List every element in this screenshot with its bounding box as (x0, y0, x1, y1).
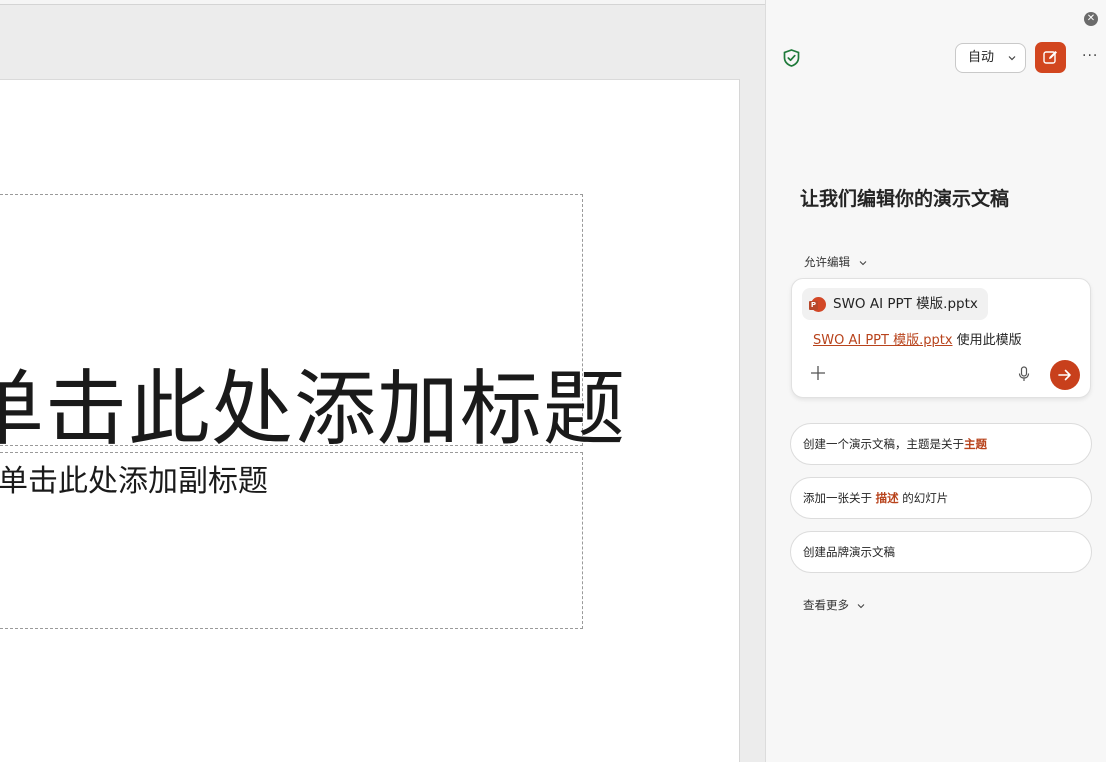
send-button[interactable] (1050, 360, 1080, 390)
prompt-input-card[interactable]: SWO AI PPT 模版.pptx SWO AI PPT 模版.pptx 使用… (791, 278, 1091, 398)
suggestion-add-slide[interactable]: 添加一张关于 描述 的幻灯片 (790, 477, 1092, 519)
suggestion-highlight: 主题 (964, 437, 987, 451)
slide-canvas: 单击此处添加标题 单击此处添加副标题 (0, 5, 765, 762)
suggestion-text: 创建品牌演示文稿 (803, 545, 895, 559)
suggestion-text: 创建一个演示文稿，主题是关于 (803, 437, 964, 451)
microphone-icon[interactable] (1018, 366, 1030, 382)
chevron-down-icon (1008, 56, 1016, 61)
prompt-file-link[interactable]: SWO AI PPT 模版.pptx (813, 333, 953, 348)
suggestion-highlight: 描述 (875, 491, 899, 505)
allow-edit-dropdown[interactable]: 允许编辑 (804, 254, 867, 270)
attached-file-name: SWO AI PPT 模版.pptx (833, 296, 978, 312)
suggestion-text: 添加一张关于 (803, 491, 876, 505)
suggestion-create-presentation[interactable]: 创建一个演示文稿，主题是关于主题 (790, 423, 1092, 465)
slide[interactable]: 单击此处添加标题 单击此处添加副标题 (0, 79, 740, 762)
see-more-button[interactable]: 查看更多 (803, 597, 865, 613)
copilot-panel: ✕ 自动 ··· 让我们编辑你的演示文稿 允许编辑 SWO AI PPT 模版.… (765, 0, 1106, 762)
allow-edit-label: 允许编辑 (804, 255, 850, 269)
panel-heading: 让我们编辑你的演示文稿 (800, 188, 1010, 210)
suggestion-brand-presentation[interactable]: 创建品牌演示文稿 (790, 531, 1092, 573)
mode-dropdown[interactable]: 自动 (955, 43, 1026, 73)
prompt-text[interactable]: SWO AI PPT 模版.pptx 使用此模版 (813, 329, 1022, 348)
attached-file-chip[interactable]: SWO AI PPT 模版.pptx (802, 288, 988, 320)
chevron-down-icon (859, 260, 867, 265)
chevron-down-icon (857, 603, 865, 608)
slide-title-placeholder[interactable]: 单击此处添加标题 (0, 342, 626, 461)
see-more-label: 查看更多 (803, 598, 849, 612)
send-arrow-icon (1058, 369, 1071, 381)
powerpoint-file-icon (809, 297, 826, 312)
slide-subtitle-placeholder[interactable]: 单击此处添加副标题 (0, 456, 268, 500)
shield-check-icon (783, 49, 800, 67)
compose-icon (1043, 51, 1057, 64)
prompt-text-rest: 使用此模版 (952, 333, 1022, 348)
suggestion-text-post: 的幻灯片 (898, 491, 949, 505)
close-icon[interactable]: ✕ (1084, 12, 1098, 26)
mode-dropdown-label: 自动 (968, 50, 995, 65)
plus-icon[interactable] (810, 365, 826, 381)
more-options-button[interactable]: ··· (1082, 48, 1098, 64)
new-chat-button[interactable] (1035, 42, 1066, 73)
